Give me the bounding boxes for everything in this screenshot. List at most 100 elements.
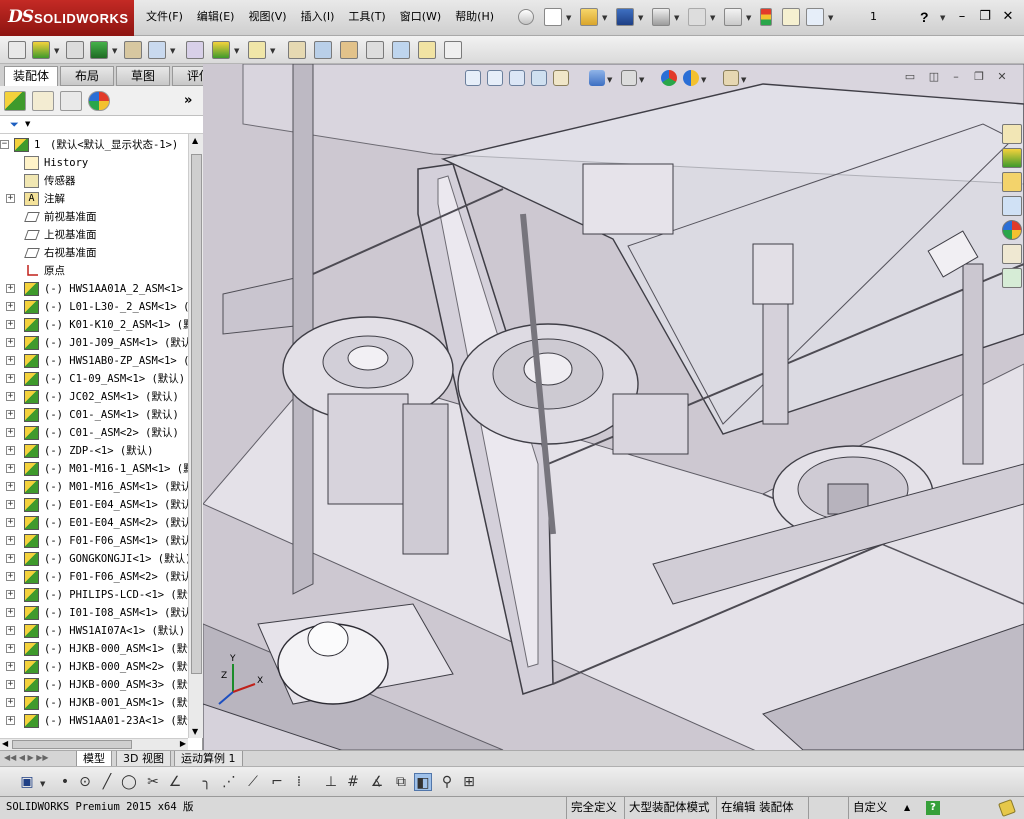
tree-item-front-plane[interactable]: 前视基准面 xyxy=(0,208,188,226)
tag-icon[interactable] xyxy=(998,799,1016,817)
take-snapshot-icon[interactable] xyxy=(444,41,462,59)
tree-item-top-plane[interactable]: 上视基准面 xyxy=(0,226,188,244)
expand-icon[interactable]: + xyxy=(6,284,15,293)
tree-component[interactable]: + (-) HWS1AA01A_2_ASM<1> ( xyxy=(0,280,188,298)
feature-tree-tab-icon[interactable] xyxy=(4,91,26,111)
save-dropdown-icon[interactable]: ▼ xyxy=(40,780,45,788)
tree-component[interactable]: + (-) E01-E04_ASM<1> (默认 xyxy=(0,496,188,514)
insert-dropdown-icon[interactable]: ▼ xyxy=(54,47,59,55)
tree-component[interactable]: + (-) HJKB-000_ASM<2> (默认 xyxy=(0,658,188,676)
expand-icon[interactable]: + xyxy=(6,716,15,725)
pattern-dropdown-icon[interactable]: ▼ xyxy=(112,47,117,55)
tree-component[interactable]: + (-) E01-E04_ASM<2> (默认 xyxy=(0,514,188,532)
expand-icon[interactable]: + xyxy=(6,626,15,635)
circle-icon[interactable]: ◯ xyxy=(120,773,138,791)
scroll-left-icon[interactable]: ◀ xyxy=(2,739,8,748)
table-icon[interactable]: ⊞ xyxy=(460,773,478,791)
tree-item-right-plane[interactable]: 右视基准面 xyxy=(0,244,188,262)
save-dropdown-icon[interactable]: ▼ xyxy=(638,14,643,22)
angle-icon[interactable]: ∡ xyxy=(368,773,386,791)
expand-icon[interactable]: + xyxy=(6,428,15,437)
restore-icon[interactable]: ❐ xyxy=(977,9,993,25)
expand-icon[interactable]: + xyxy=(6,662,15,671)
expand-icon[interactable]: + xyxy=(6,482,15,491)
tree-component[interactable]: + (-) HJKB-001_ASM<1> (默认 xyxy=(0,694,188,712)
expand-icon[interactable]: + xyxy=(6,338,15,347)
edit-appearance-icon[interactable] xyxy=(661,70,677,86)
offset-icon[interactable]: ⋰ xyxy=(220,773,238,791)
solidworks-resources-icon[interactable] xyxy=(1002,124,1022,144)
display-manager-tab-icon[interactable] xyxy=(88,91,110,111)
insert-component-icon[interactable] xyxy=(8,41,26,59)
design-library-icon[interactable] xyxy=(1002,148,1022,168)
undo-dropdown-icon[interactable]: ▼ xyxy=(710,14,715,22)
bill-of-materials-icon[interactable] xyxy=(314,41,332,59)
display-style-icon[interactable] xyxy=(621,70,637,86)
select-arrow-icon[interactable] xyxy=(724,8,742,26)
open-icon[interactable] xyxy=(580,8,598,26)
expand-icon[interactable]: + xyxy=(6,320,15,329)
help-question-icon[interactable]: ? xyxy=(920,9,929,25)
print-dropdown-icon[interactable]: ▼ xyxy=(674,14,679,22)
tree-component[interactable]: + (-) C1-09_ASM<1> (默认) xyxy=(0,370,188,388)
collapse-icon[interactable]: − xyxy=(0,140,9,149)
menu-edit[interactable]: 编辑(E) xyxy=(197,9,235,25)
new-motion-study-icon[interactable] xyxy=(288,41,306,59)
smart-dimension-icon[interactable]: ⌐ xyxy=(268,773,286,791)
open-dropdown-icon[interactable]: ▼ xyxy=(602,14,607,22)
options-dropdown-icon[interactable]: ▼ xyxy=(828,14,833,22)
horizontal-dimension-icon[interactable]: ⊥ xyxy=(322,773,340,791)
tree-component[interactable]: + (-) F01-F06_ASM<2> (默认 xyxy=(0,568,188,586)
new-dropdown-icon[interactable]: ▼ xyxy=(566,14,571,22)
tree-item-history[interactable]: History xyxy=(0,154,188,172)
show-hidden-icon[interactable] xyxy=(186,41,204,59)
scroll-up-icon[interactable]: ▲ xyxy=(192,136,198,145)
save-icon[interactable]: ▣ xyxy=(18,773,36,791)
tree-horizontal-scrollbar[interactable]: ◀ ▶ xyxy=(0,738,188,750)
linear-pattern-icon[interactable] xyxy=(90,41,108,59)
tree-component[interactable]: + (-) HWS1AI07A<1> (默认) xyxy=(0,622,188,640)
zoom-to-area-icon[interactable] xyxy=(487,70,503,86)
shaded-sketch-icon[interactable]: ◧ xyxy=(414,773,432,791)
viewport-tile-icon[interactable]: ▭ xyxy=(903,70,917,84)
graphics-viewport[interactable]: Y X Z ▼ ▼ ▼ ▼ ▭ ◫ – ❐ ✕ xyxy=(203,64,1024,750)
viewport-restore-icon[interactable]: ❐ xyxy=(972,70,986,84)
expand-tabs-icon[interactable]: » xyxy=(184,93,192,108)
tree-component[interactable]: + (-) J01-J09_ASM<1> (默认) xyxy=(0,334,188,352)
expand-icon[interactable]: + xyxy=(6,680,15,689)
menu-file[interactable]: 文件(F) xyxy=(146,9,183,25)
expand-icon[interactable]: + xyxy=(6,356,15,365)
mate-icon[interactable] xyxy=(66,41,84,59)
options-icon[interactable] xyxy=(806,8,824,26)
expand-icon[interactable]: + xyxy=(6,392,15,401)
tree-component[interactable]: + (-) I01-I08_ASM<1> (默认 xyxy=(0,604,188,622)
expand-icon[interactable]: + xyxy=(6,698,15,707)
expand-icon[interactable]: + xyxy=(6,194,15,203)
filter-dropdown-icon[interactable]: ▼ xyxy=(25,120,30,128)
appearances-icon[interactable] xyxy=(1002,220,1022,240)
property-manager-tab-icon[interactable] xyxy=(32,91,54,111)
centerline-icon[interactable]: ∠ xyxy=(166,773,184,791)
reference-dropdown-icon[interactable]: ▼ xyxy=(270,47,275,55)
menu-view[interactable]: 视图(V) xyxy=(248,9,286,25)
tree-item-sensors[interactable]: 传感器 xyxy=(0,172,188,190)
instant3d-icon[interactable] xyxy=(392,41,410,59)
expand-icon[interactable]: + xyxy=(6,374,15,383)
expand-icon[interactable]: + xyxy=(6,500,15,509)
undo-icon[interactable] xyxy=(688,8,706,26)
apply-scene-icon[interactable] xyxy=(683,70,699,86)
viewport-minimize-icon[interactable]: – xyxy=(949,70,963,84)
expand-icon[interactable]: + xyxy=(6,644,15,653)
trim-icon[interactable]: ✂ xyxy=(144,773,162,791)
tab-scroll-left-icon[interactable]: ◀◀ ◀ ▶ ▶▶ xyxy=(4,753,49,762)
help-dropdown-icon[interactable]: ▼ xyxy=(940,14,945,22)
3d-sketch-icon[interactable]: ⧉ xyxy=(392,773,410,791)
tab-3d-views[interactable]: 3D 视图 xyxy=(116,751,171,767)
tree-component[interactable]: + (-) C01-_ASM<2> (默认) xyxy=(0,424,188,442)
expand-icon[interactable]: + xyxy=(6,536,15,545)
solidworks-logo[interactable]: DS SOLIDWORKS xyxy=(0,0,134,36)
tree-item-annotations[interactable]: + A 注解 xyxy=(0,190,188,208)
new-part-icon[interactable] xyxy=(32,41,50,59)
viewport-split-icon[interactable]: ◫ xyxy=(927,70,941,84)
tree-component[interactable]: + (-) HJKB-000_ASM<1> (默认 xyxy=(0,640,188,658)
